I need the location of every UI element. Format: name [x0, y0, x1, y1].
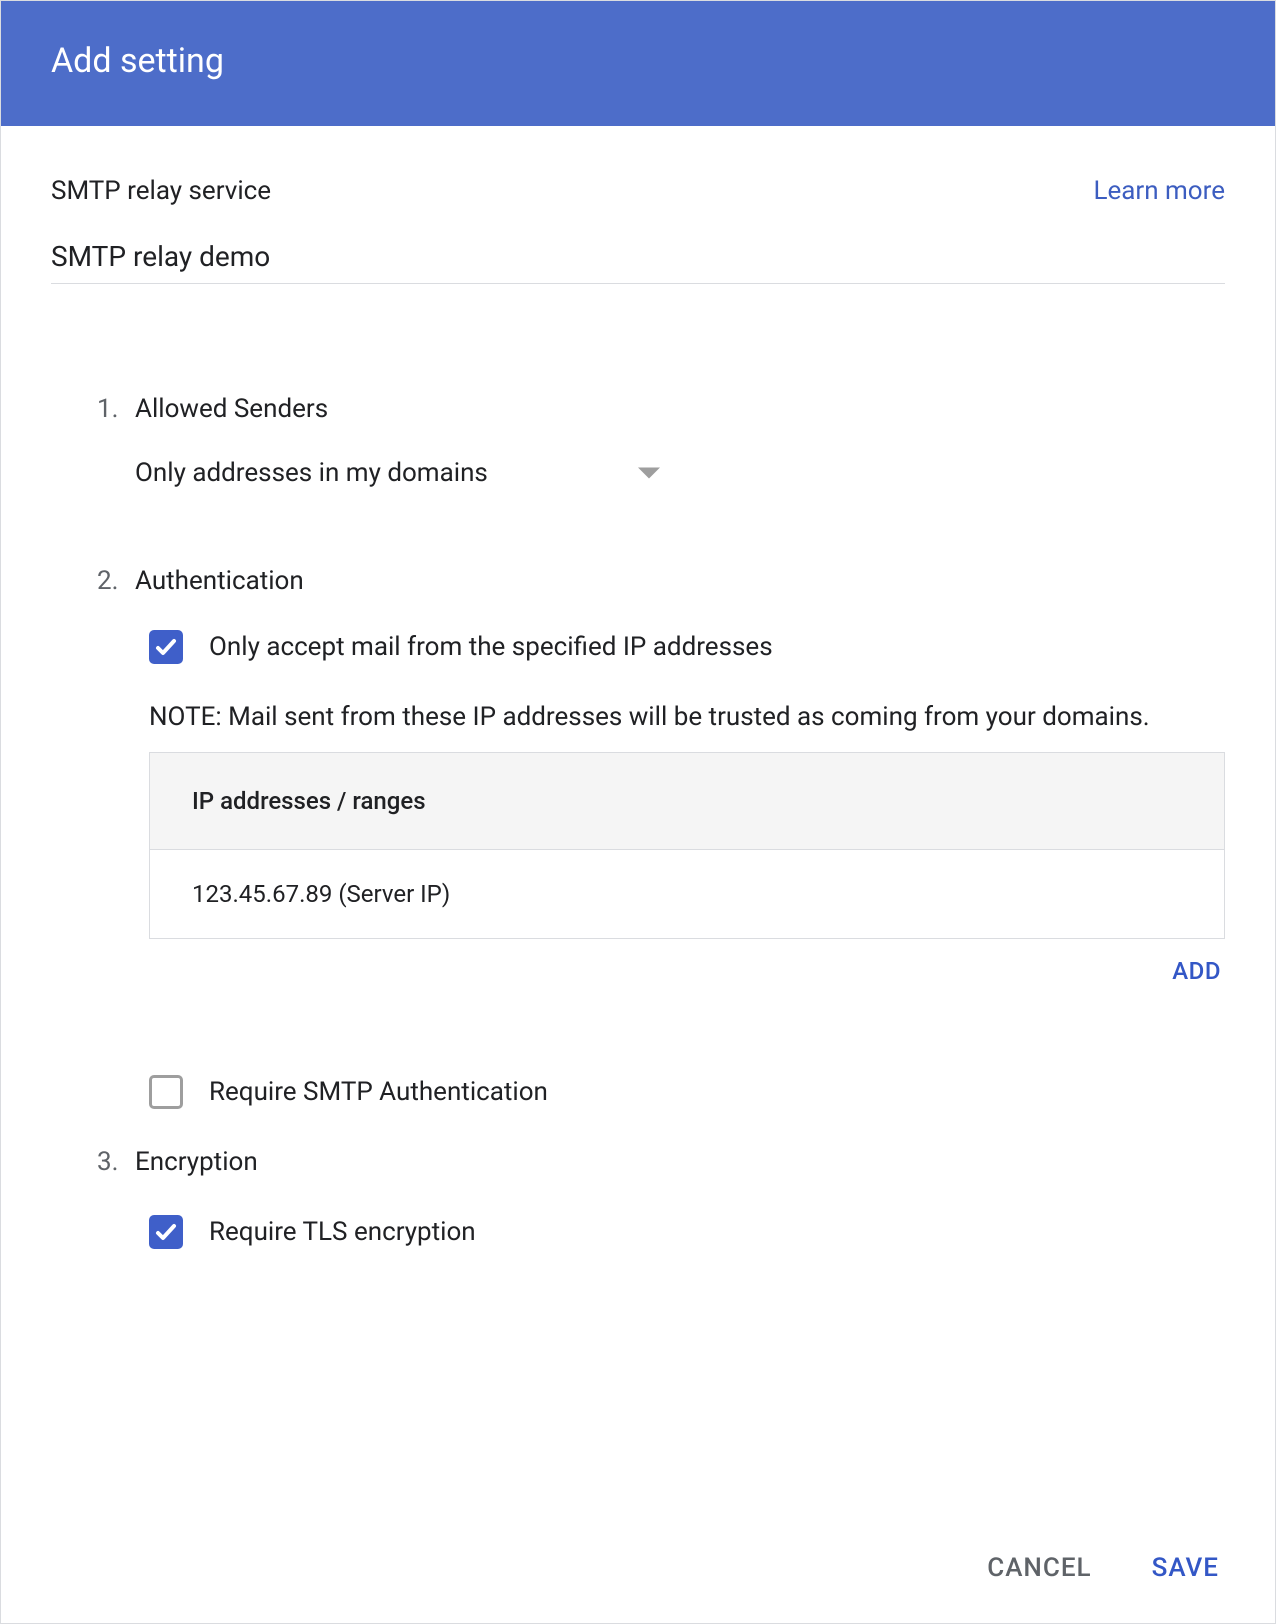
chevron-down-icon	[638, 464, 660, 483]
allowed-senders-dropdown[interactable]: Only addresses in my domains	[97, 458, 1225, 488]
dropdown-selected-value: Only addresses in my domains	[135, 458, 488, 488]
require-smtp-auth-label: Require SMTP Authentication	[209, 1077, 548, 1107]
ip-note-text: NOTE: Mail sent from these IP addresses …	[97, 702, 1225, 732]
section-1-number: 1.	[97, 394, 125, 424]
dialog-header: Add setting	[1, 1, 1275, 126]
ip-table-header: IP addresses / ranges	[150, 753, 1224, 850]
require-tls-checkbox[interactable]	[149, 1215, 183, 1249]
ip-table-row[interactable]: 123.45.67.89 (Server IP)	[150, 850, 1224, 938]
save-button[interactable]: SAVE	[1152, 1553, 1219, 1583]
section-1-title: Allowed Senders	[135, 394, 328, 424]
dialog-title: Add setting	[51, 41, 1225, 81]
ip-table: IP addresses / ranges 123.45.67.89 (Serv…	[149, 752, 1225, 939]
setting-name-input[interactable]	[51, 234, 1225, 284]
learn-more-link[interactable]: Learn more	[1093, 176, 1225, 206]
section-3-title: Encryption	[135, 1147, 258, 1177]
section-3-number: 3.	[97, 1147, 125, 1177]
cancel-button[interactable]: CANCEL	[987, 1553, 1091, 1583]
section-2-number: 2.	[97, 566, 125, 596]
require-smtp-auth-checkbox[interactable]	[149, 1075, 183, 1109]
section-2-title: Authentication	[135, 566, 304, 596]
accept-ip-label: Only accept mail from the specified IP a…	[209, 632, 773, 662]
accept-ip-checkbox[interactable]	[149, 630, 183, 664]
add-ip-button[interactable]: ADD	[1172, 957, 1221, 985]
dialog-footer: CANCEL SAVE	[931, 1513, 1275, 1623]
service-name-label: SMTP relay service	[51, 176, 271, 206]
require-tls-label: Require TLS encryption	[209, 1217, 476, 1247]
